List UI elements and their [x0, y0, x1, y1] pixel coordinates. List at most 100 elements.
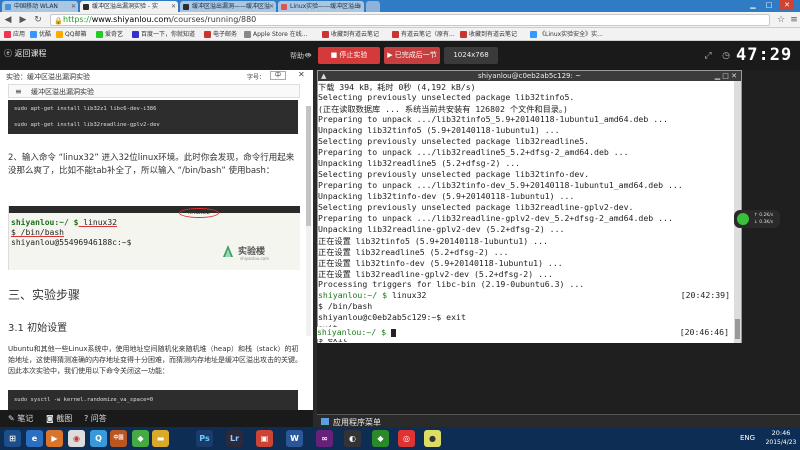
bookmark-item[interactable]: 收藏到有道云笔记 — [322, 30, 379, 39]
stop-lab-button[interactable]: ■ 停止实验 — [318, 47, 380, 64]
tab-close-icon[interactable]: ✕ — [171, 1, 176, 12]
menu-icon[interactable]: ≡ — [789, 15, 799, 25]
close-panel-icon[interactable]: ✕ — [298, 70, 305, 79]
shiyanlou-logo-icon — [223, 245, 233, 257]
screenshot-button[interactable]: ◙ 截图 — [46, 413, 72, 424]
doc-bottom-toolbar: ✎ 笔记 ◙ 截图 ? 问答 — [0, 410, 313, 427]
tab-label: Linux实验——缓冲区溢出 — [290, 3, 361, 10]
tab-close-icon[interactable]: ✕ — [357, 1, 362, 12]
browser-tab[interactable]: 中国移动 WLAN ✕ — [2, 1, 78, 12]
url-host: www.shiyanlou.com — [91, 15, 172, 24]
terminal-scrollbar-thumb[interactable] — [735, 319, 740, 339]
bookmark-item[interactable]: 有道云笔记（原有... — [392, 30, 455, 39]
lab-title: 实验：缓冲区溢出漏洞实验 — [6, 73, 90, 81]
paragraph: Ubuntu和其他一些Linux系统中，使用地址空间随机化来随机堆（heap）和… — [8, 345, 302, 375]
terminal-line: Processing triggers for libc-bin (2.19-0… — [318, 279, 585, 289]
screenshot-image: linux32 shiyanlou:~/ $ linux32 $ /bin/ba… — [8, 206, 300, 270]
app-icon[interactable]: ◎ — [398, 430, 415, 447]
application-menu-bar[interactable]: 应用程序菜单 — [317, 414, 800, 427]
forward-arrow-icon[interactable]: ▶ — [18, 15, 28, 25]
bookmark-item[interactable]: 《Linux实验安全》实... — [530, 30, 603, 39]
star-icon[interactable]: ☆ — [776, 15, 786, 25]
app-icon[interactable]: ▣ — [256, 430, 273, 447]
table-of-contents-bar[interactable]: ≡ 缓冲区溢出漏洞实验 — [8, 84, 300, 98]
back-arrow-icon[interactable]: ◀ — [3, 15, 13, 25]
language-indicator[interactable]: ENG — [740, 434, 755, 442]
font-size-label: 字号： — [247, 74, 266, 81]
apps-icon — [4, 31, 11, 38]
terminal-line: Selecting previously unselected package … — [318, 92, 575, 102]
terminal-line: Preparing to unpack .../lib32readline5_5… — [318, 147, 629, 157]
new-tab-button[interactable] — [366, 1, 380, 12]
clock-time[interactable]: 20:46 — [766, 429, 796, 437]
qa-button[interactable]: ? 问答 — [84, 413, 107, 424]
window-controls[interactable]: ▁ □ ✕ — [715, 71, 737, 81]
bookmark-item[interactable]: QQ邮箱 — [56, 30, 86, 39]
network-speed-widget[interactable]: ↑ 0.2K/s ↓ 0.3K/s — [734, 210, 780, 228]
browser-tab[interactable]: 缓冲区溢出漏洞——缓冲区溢 ✕ — [180, 1, 276, 12]
terminal-titlebar[interactable]: ▲ shiyanlou@c0eb2ab5c129: ~ ▁ □ ✕ — [318, 71, 741, 81]
bookmark-item[interactable]: 收藏到有道云笔记 — [460, 30, 517, 39]
url-path: /courses/running/880 — [171, 15, 257, 24]
qq-icon[interactable]: Q — [90, 430, 107, 447]
network-status-icon — [737, 213, 749, 225]
scrollbar-thumb[interactable] — [306, 106, 311, 226]
image-line: shiyanlou:~/ $ linux32 — [11, 218, 117, 227]
visual-studio-icon[interactable]: ∞ — [316, 430, 333, 447]
menu-icon[interactable]: ≡ — [15, 87, 22, 96]
lightroom-icon[interactable]: Lr — [226, 430, 243, 447]
close-window-icon[interactable]: ✕ — [780, 0, 794, 10]
collapse-icon[interactable]: ⇔ — [302, 50, 314, 62]
app-icon[interactable]: ◐ — [344, 430, 361, 447]
bookmark-item[interactable]: 电子邮务 — [204, 30, 237, 39]
upload-speed: ↑ 0.2K/s — [754, 213, 774, 218]
bookmark-item[interactable]: 百度一下，你就知道 — [132, 30, 195, 39]
word-icon[interactable]: W — [286, 430, 303, 447]
app-icon[interactable]: ◆ — [132, 430, 149, 447]
chrome-icon[interactable]: ◉ — [68, 430, 85, 447]
terminal-prompt-line: shiyanlou:~/ $ [20:46:46] — [317, 327, 733, 339]
lab-toolbar: ⓔ 返回课程 帮助 ? ⇔ ■ 停止实验 ▶ 已完成后一节 1024x768 ⤢… — [0, 41, 800, 70]
tab-close-icon[interactable]: ✕ — [71, 1, 76, 12]
ie-icon[interactable]: e — [26, 430, 43, 447]
terminal-line: Preparing to unpack .../lib32tinfo-dev_5… — [318, 180, 683, 190]
back-to-course-button[interactable]: ⓔ 返回课程 — [4, 48, 47, 59]
app-icon[interactable]: ◆ — [372, 430, 389, 447]
tab-label: 中国移动 WLAN — [14, 3, 58, 10]
fullscreen-icon[interactable]: ⤢ — [702, 50, 714, 62]
start-icon[interactable]: ⊞ — [4, 430, 21, 447]
terminal-line: Unpacking lib32tinfo-dev (5.9+20140118-1… — [318, 191, 575, 201]
code-block: sudo sysctl -w kernel.randomize_va_space… — [8, 390, 298, 410]
bookmark-favicon — [392, 31, 399, 38]
app-icon[interactable]: ● — [424, 430, 441, 447]
terminal-window: ▲ shiyanlou@c0eb2ab5c129: ~ ▁ □ ✕ 下载 394… — [317, 70, 742, 343]
terminal-line: Unpacking lib32readline5 (5.2+dfsg-2) ..… — [318, 158, 521, 168]
terminal-line: Preparing to unpack .../lib32readline-gp… — [318, 213, 673, 223]
bookmark-item[interactable]: Apple Store 在线... — [244, 30, 307, 39]
resolution-select[interactable]: 1024x768 — [444, 47, 498, 64]
section-heading: 三、实验步骤 — [8, 288, 81, 302]
bookmark-item[interactable]: 优酷 — [30, 30, 51, 39]
folder-icon[interactable]: ▬ — [152, 430, 169, 447]
browser-tab[interactable]: Linux实验——缓冲区溢出 ✕ — [278, 1, 364, 12]
next-section-button[interactable]: ▶ 已完成后一节 — [384, 47, 440, 64]
tab-favicon — [83, 4, 89, 10]
minimize-icon[interactable]: ▁ — [746, 0, 760, 10]
reload-icon[interactable]: ↻ — [33, 15, 43, 25]
media-icon[interactable]: ▶ — [46, 430, 63, 447]
browser-tab-strip: 中国移动 WLAN ✕ 缓冲区溢出漏洞实验 - 实 ✕ 缓冲区溢出漏洞——缓冲区… — [0, 0, 800, 12]
clock-date[interactable]: 2015/4/23 — [762, 439, 800, 446]
terminal-output[interactable]: 下载 394 kB，耗时 0秒 (4,192 kB/s) Selecting p… — [318, 81, 734, 343]
bookmark-item[interactable]: 爱奇艺 — [96, 30, 123, 39]
url-input[interactable]: 🔒 https://www.shiyanlou.com/courses/runn… — [50, 14, 770, 26]
terminal-timestamp: [20:42:39] — [680, 290, 730, 300]
notes-button[interactable]: ✎ 笔记 — [8, 413, 33, 424]
font-size-select[interactable]: 中 — [270, 71, 286, 80]
terminal-line: Preparing to unpack .../lib32tinfo5_5.9+… — [318, 114, 668, 124]
photoshop-icon[interactable]: Ps — [196, 430, 213, 447]
china-mobile-icon[interactable]: 中国 — [110, 430, 127, 447]
maximize-icon[interactable]: □ — [762, 0, 776, 10]
browser-tab-active[interactable]: 缓冲区溢出漏洞实验 - 实 ✕ — [80, 1, 178, 12]
bookmark-item[interactable]: 应用 — [4, 30, 25, 39]
tab-close-icon[interactable]: ✕ — [269, 1, 274, 12]
